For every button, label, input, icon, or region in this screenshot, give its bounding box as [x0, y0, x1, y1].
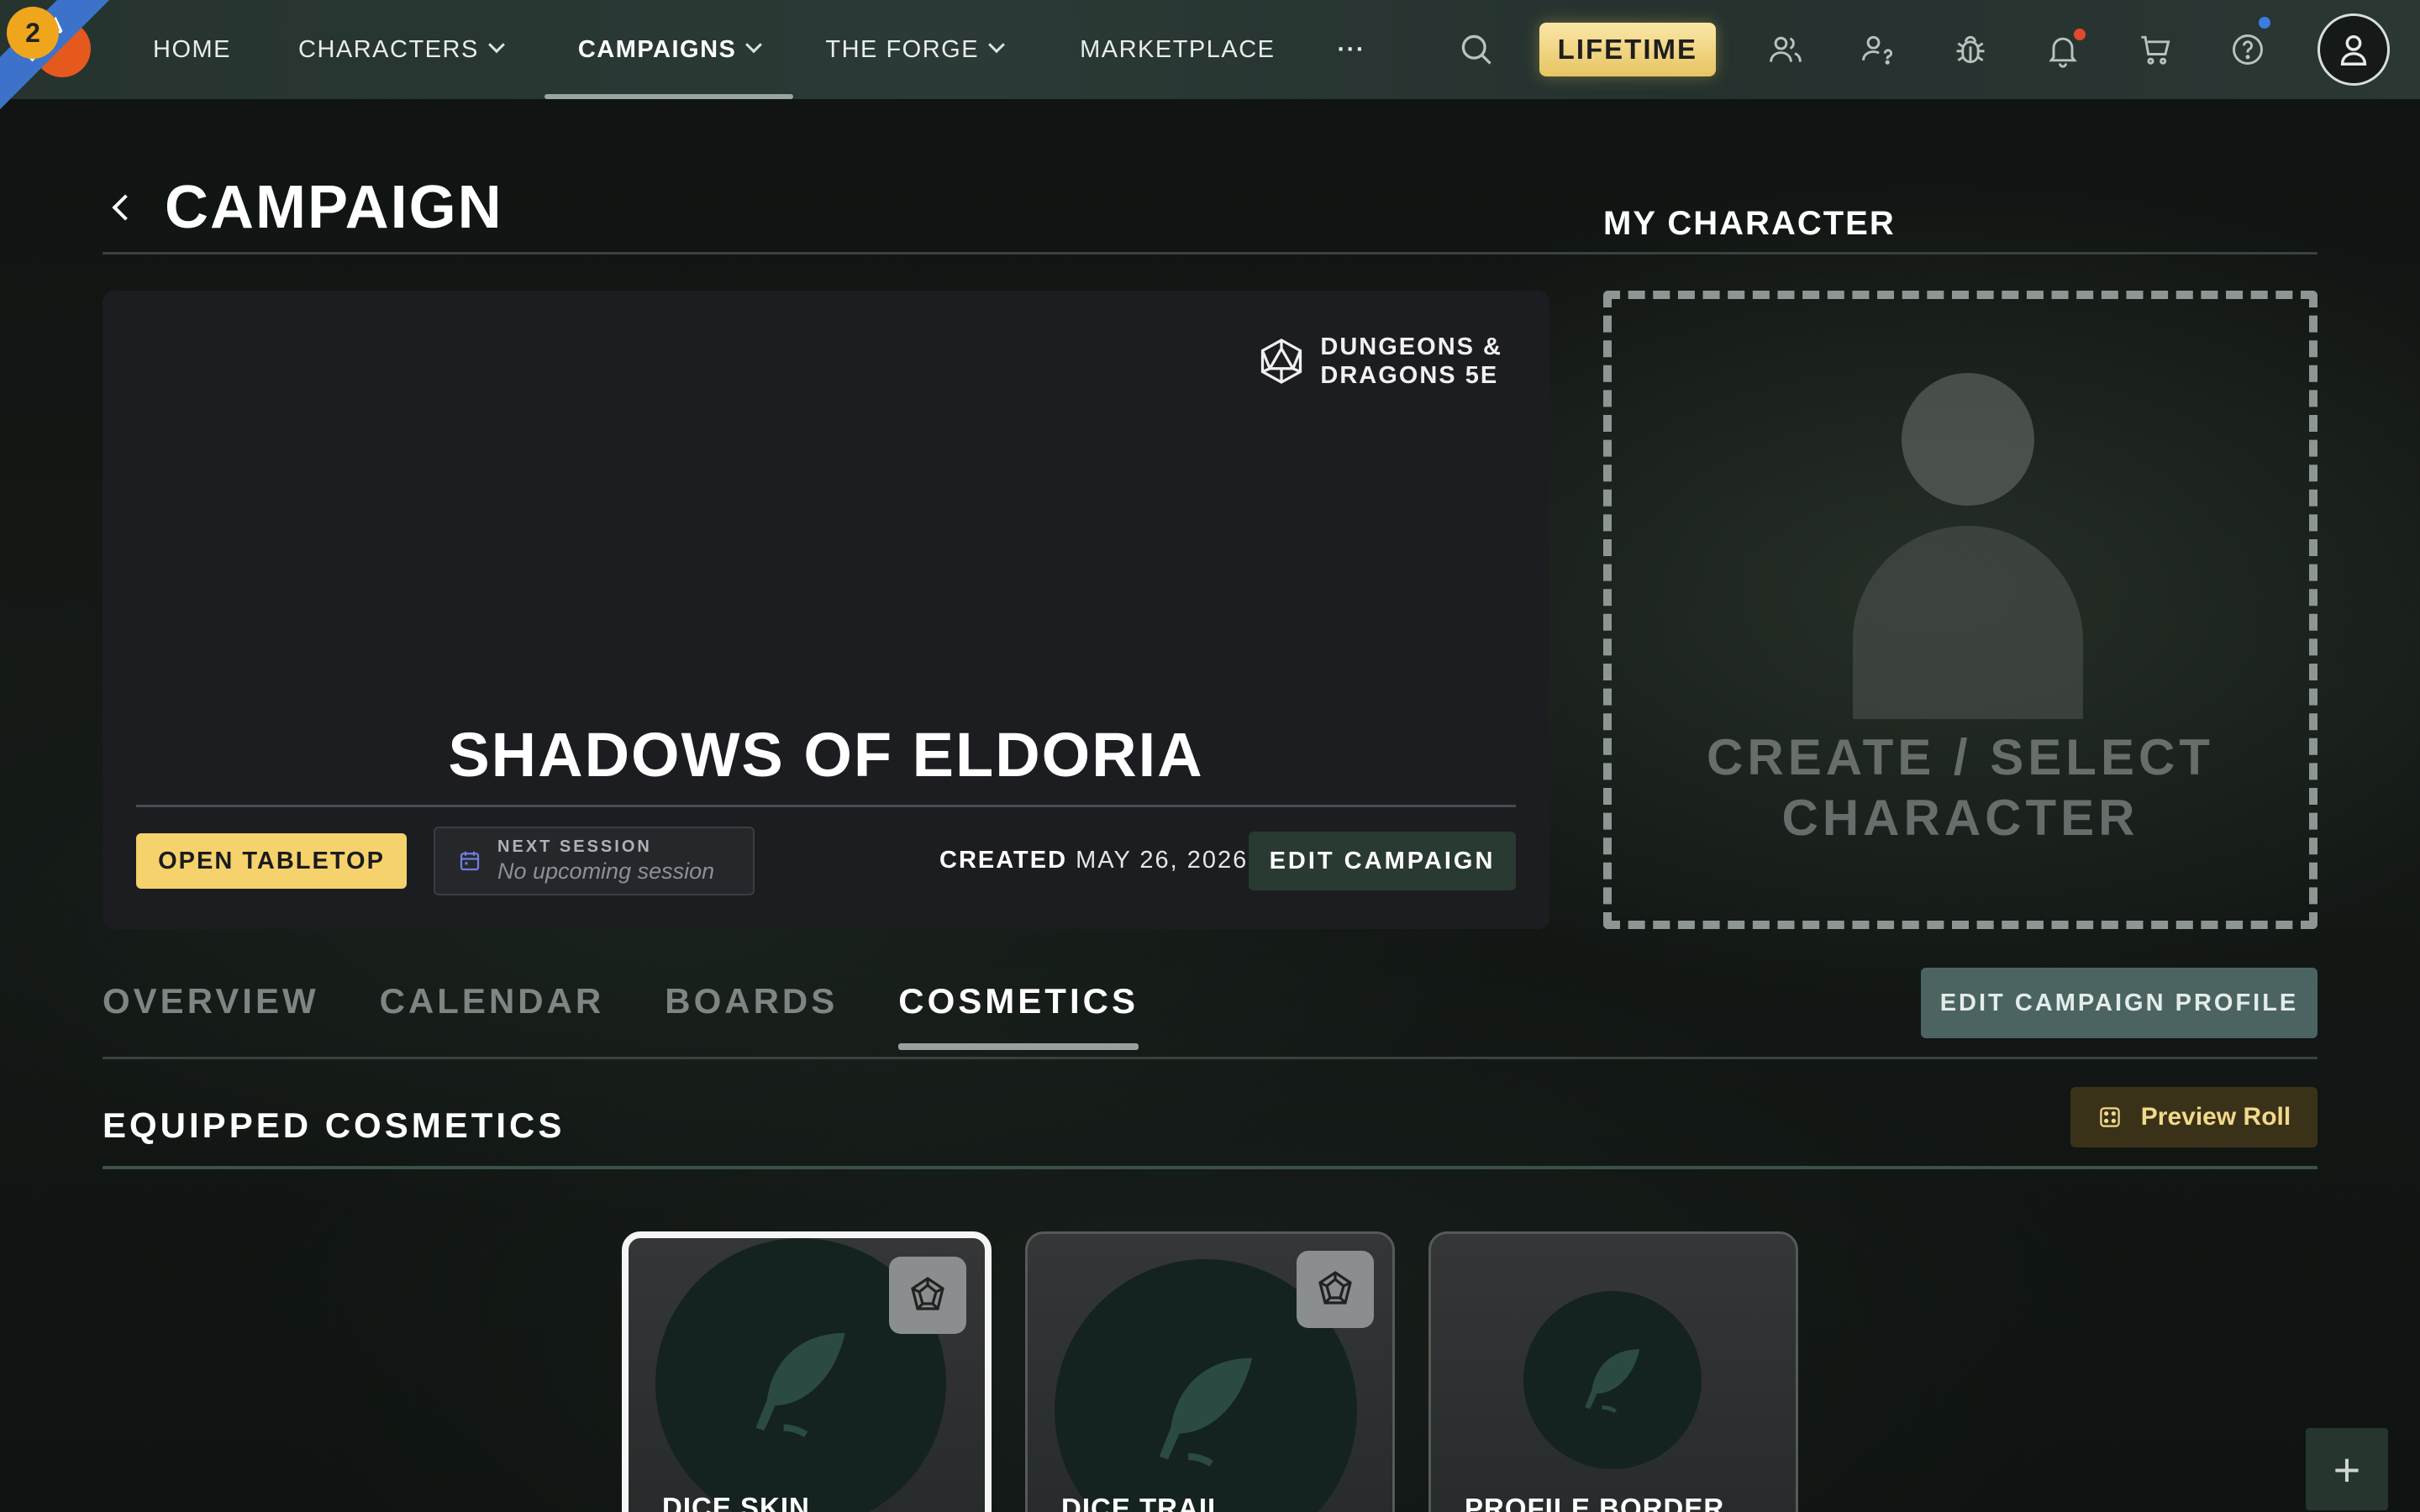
- next-session-label: NEXT SESSION: [497, 837, 652, 856]
- chevron-down-icon: [988, 36, 1005, 54]
- nav-item-label: MARKETPLACE: [1080, 35, 1276, 63]
- campaign-card: DUNGEONS & DRAGONS 5E SHADOWS OF ELDORIA…: [103, 291, 1549, 929]
- cosmetic-label: PROFILE BORDER: [1465, 1493, 1725, 1512]
- nav-item-label: HOME: [153, 35, 231, 63]
- nav-item-the-forge[interactable]: THE FORGE: [798, 0, 1029, 99]
- tab-calendar[interactable]: CALENDAR: [380, 981, 605, 1045]
- search-button[interactable]: [1430, 0, 1523, 99]
- friends-icon: [1770, 36, 1802, 62]
- game-system-badge: DUNGEONS & DRAGONS 5E: [1256, 333, 1502, 390]
- account-icon: [2340, 34, 2367, 66]
- chevron-down-icon: [487, 36, 505, 54]
- cosmetic-card-dice-skin[interactable]: DICE SKIN: [622, 1231, 992, 1512]
- preview-roll-label: Preview Roll: [2140, 1103, 2291, 1131]
- preview-roll-button[interactable]: Preview Roll: [2070, 1087, 2317, 1147]
- gem-icon: [911, 1277, 944, 1310]
- cosmetic-thumbnail: [1523, 1291, 1702, 1469]
- cosmetic-card-profile-border[interactable]: PROFILE BORDER: [1428, 1231, 1798, 1512]
- friends-button[interactable]: [1739, 0, 1832, 99]
- lifetime-badge[interactable]: LIFETIME: [1539, 23, 1716, 76]
- page-header: CAMPAIGN: [103, 173, 503, 242]
- next-session-text: NEXT SESSION No upcoming session: [497, 837, 714, 885]
- character-placeholder-body: [1853, 526, 2083, 719]
- gem-icon: [1318, 1271, 1352, 1305]
- campaign-name: SHADOWS OF ELDORIA: [448, 720, 1204, 790]
- nav-item-label: CHARACTERS: [298, 35, 479, 63]
- character-placeholder-label: CREATE / SELECT CHARACTER: [1612, 727, 2309, 848]
- dice-icon: [2100, 1107, 2120, 1127]
- tabs-divider: [103, 1057, 2317, 1059]
- bug-icon: [1956, 35, 1985, 64]
- chevron-down-icon: [745, 36, 763, 54]
- d20-icon: [1261, 339, 1302, 384]
- nav-item-characters[interactable]: CHARACTERS: [271, 0, 529, 99]
- notification-dot: [2074, 29, 2086, 40]
- top-navigation-bar: DEV 2 HOME CHARACTERS CAMPAIGNS THE FORG…: [0, 0, 2420, 120]
- nav-item-campaigns[interactable]: CAMPAIGNS: [544, 0, 794, 99]
- edit-campaign-profile-button[interactable]: EDIT CAMPAIGN PROFILE: [1921, 968, 2317, 1038]
- dev-count-badge[interactable]: 2: [7, 7, 59, 59]
- calendar-icon: [460, 851, 480, 871]
- user-help-button[interactable]: [1832, 0, 1924, 99]
- next-session-field[interactable]: NEXT SESSION No upcoming session: [434, 827, 755, 895]
- placeholder-line1: CREATE / SELECT: [1707, 729, 2214, 785]
- game-system-name: DUNGEONS & DRAGONS 5E: [1320, 333, 1502, 390]
- created-value: MAY 26, 2026: [1076, 847, 1249, 874]
- equipped-cosmetics-title: EQUIPPED COSMETICS: [103, 1105, 566, 1145]
- edit-campaign-button[interactable]: EDIT CAMPAIGN: [1249, 832, 1516, 890]
- campaign-tabs: OVERVIEW CALENDAR BOARDS COSMETICS: [103, 981, 1199, 1050]
- nav-actions: LIFETIME: [1430, 0, 2420, 99]
- cosmetic-label: DICE SKIN: [662, 1492, 810, 1512]
- created-label: CREATED: [939, 847, 1068, 874]
- help-button[interactable]: [2202, 0, 2294, 99]
- my-character-title: MY CHARACTER: [1603, 205, 1896, 242]
- feather-icon: [1159, 1357, 1253, 1467]
- system-name-line1: DUNGEONS &: [1320, 333, 1502, 360]
- help-dot: [2259, 17, 2270, 29]
- search-icon: [1461, 34, 1491, 65]
- placeholder-line2: CHARACTER: [1781, 790, 2139, 846]
- cosmetic-label: DICE TRAIL: [1061, 1493, 1226, 1512]
- add-floating-button[interactable]: +: [2306, 1428, 2388, 1510]
- cosmetic-card-dice-trail[interactable]: DICE TRAIL: [1025, 1231, 1395, 1512]
- nav-item-marketplace[interactable]: MARKETPLACE: [1053, 0, 1302, 99]
- account-button[interactable]: [2317, 13, 2390, 86]
- nav-item-label: THE FORGE: [825, 35, 980, 63]
- page-title: CAMPAIGN: [165, 174, 503, 241]
- premium-badge: [1297, 1251, 1374, 1328]
- nav-item-label: CAMPAIGNS: [577, 35, 737, 63]
- nav-menu: HOME CHARACTERS CAMPAIGNS THE FORGE MARK…: [126, 0, 1392, 99]
- create-select-character-slot[interactable]: CREATE / SELECT CHARACTER: [1603, 291, 2317, 929]
- help-icon: [2233, 34, 2263, 65]
- feather-icon: [1585, 1349, 1640, 1414]
- premium-badge: [889, 1257, 966, 1334]
- tab-cosmetics[interactable]: COSMETICS: [898, 981, 1139, 1050]
- tab-boards[interactable]: BOARDS: [665, 981, 838, 1045]
- created-date: CREATED MAY 26, 2026: [939, 847, 1248, 874]
- character-placeholder-head: [1902, 373, 2034, 506]
- back-arrow-icon[interactable]: [112, 194, 139, 221]
- user-help-icon: [1862, 35, 1893, 65]
- open-tabletop-button[interactable]: OPEN TABLETOP: [136, 833, 407, 889]
- tab-overview[interactable]: OVERVIEW: [103, 981, 319, 1045]
- campaign-divider: [136, 805, 1516, 807]
- feather-icon: [755, 1333, 846, 1438]
- header-divider: [103, 252, 1605, 255]
- my-character-divider: [1603, 252, 2317, 255]
- nav-item-home[interactable]: HOME: [126, 0, 258, 99]
- cosmetics-divider: [103, 1166, 2317, 1169]
- bug-report-button[interactable]: [1924, 0, 2017, 99]
- notifications-button[interactable]: [2017, 0, 2109, 99]
- nav-item-more[interactable]: ···: [1311, 0, 1392, 99]
- cart-button[interactable]: [2109, 0, 2202, 99]
- more-icon: ···: [1337, 35, 1365, 63]
- cart-icon: [2141, 35, 2170, 65]
- next-session-value: No upcoming session: [497, 858, 715, 884]
- system-name-line2: DRAGONS 5E: [1320, 362, 1499, 389]
